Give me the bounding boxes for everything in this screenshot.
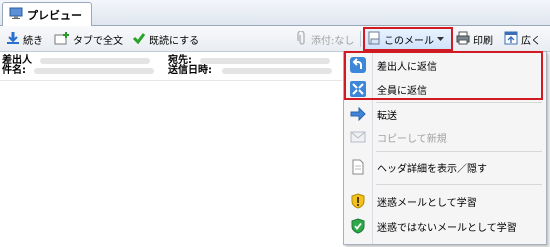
- print-label: 印刷: [473, 35, 493, 47]
- full-text-in-tab-label: タブで全文: [73, 35, 123, 47]
- menu-item-toggle-header[interactable]: ヘッダ詳細を表示／隠す: [347, 156, 543, 178]
- attachments-label: 添付:なし: [311, 35, 355, 47]
- mark-read-button[interactable]: 既読にする: [132, 29, 199, 49]
- add-tab-icon: [54, 31, 70, 48]
- document-icon: [347, 157, 369, 177]
- tab-strip: プレビュー: [0, 0, 550, 26]
- mark-read-label: 既読にする: [149, 35, 200, 47]
- reply-items-highlight: [344, 51, 543, 100]
- menu-item-copy-new[interactable]: コピーして新規: [347, 126, 543, 148]
- copy-mail-icon: [347, 127, 369, 147]
- tab-label: プレビュー: [27, 8, 82, 22]
- continue-label: 続き: [23, 35, 43, 47]
- redacted-to-value: [200, 58, 330, 64]
- copy-new-label: コピーして新規: [377, 133, 447, 145]
- continue-button[interactable]: 続き: [6, 29, 43, 49]
- message-body: [0, 80, 342, 247]
- paperclip-icon: [296, 29, 308, 48]
- subject-label: 件名:: [2, 65, 26, 76]
- toolbar-separator: [360, 31, 361, 47]
- expand-button[interactable]: 広く: [504, 29, 541, 49]
- expand-label: 広く: [521, 35, 541, 47]
- learn-junk-label: 迷惑メールとして学習: [377, 197, 477, 209]
- expand-window-icon: [504, 31, 518, 48]
- full-text-in-tab-button[interactable]: タブで全文: [54, 29, 123, 49]
- menu-separator: [376, 151, 542, 152]
- check-shield-icon: [347, 216, 369, 236]
- monitor-icon: [9, 7, 23, 22]
- download-icon: [6, 31, 20, 48]
- forward-label: 転送: [377, 110, 397, 122]
- this-mail-label: このメール: [384, 35, 434, 47]
- warning-shield-icon: [347, 191, 369, 211]
- this-mail-menu-button[interactable]: このメール: [367, 29, 444, 49]
- menu-item-learn-junk[interactable]: 迷惑メールとして学習: [347, 190, 543, 212]
- chevron-down-icon: [437, 34, 444, 45]
- toolbar: 続き タブで全文 既読にする 添付:なし このメール 印刷 広く: [0, 26, 550, 52]
- printer-icon: [456, 31, 470, 48]
- menu-item-forward[interactable]: 転送: [347, 103, 543, 125]
- redacted-from-value: [40, 58, 150, 64]
- checkmark-icon: [132, 31, 146, 48]
- print-button[interactable]: 印刷: [456, 29, 493, 49]
- attachments-button[interactable]: 添付:なし: [296, 29, 354, 49]
- date-label: 送信日時:: [168, 65, 212, 76]
- redacted-date-value: [222, 68, 332, 74]
- forward-arrow-icon: [347, 104, 369, 124]
- learn-not-junk-label: 迷惑ではないメールとして学習: [377, 222, 517, 234]
- menu-item-learn-not-junk[interactable]: 迷惑ではないメールとして学習: [347, 215, 543, 237]
- toggle-header-label: ヘッダ詳細を表示／隠す: [377, 163, 487, 175]
- mail-document-icon: [367, 31, 381, 48]
- tab-preview[interactable]: プレビュー: [2, 2, 92, 26]
- redacted-subject-value: [34, 68, 154, 74]
- menu-separator: [376, 184, 542, 185]
